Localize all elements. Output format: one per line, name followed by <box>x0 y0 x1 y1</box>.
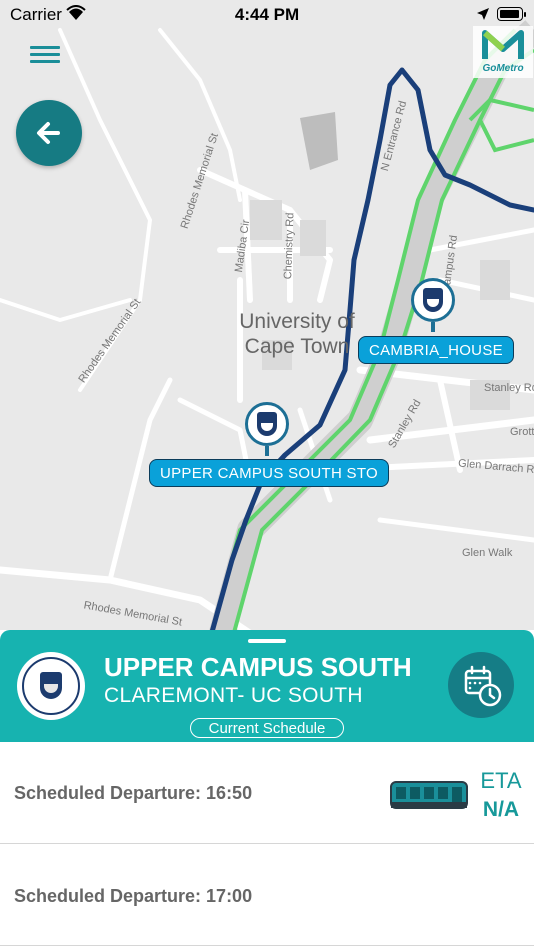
eta-label: ETA <box>480 768 522 793</box>
location-arrow-icon <box>476 6 490 26</box>
eta-block: ETA N/A <box>478 768 524 822</box>
street-label-chemistry: Chemistry Rd <box>282 212 297 280</box>
menu-button[interactable] <box>30 42 60 66</box>
street-label-glen-walk: Glen Walk <box>462 547 513 559</box>
stop-label-upper-campus-south[interactable]: UPPER CAMPUS SOUTH STO <box>149 459 390 487</box>
hamburger-icon <box>30 46 60 63</box>
uct-crest-icon <box>423 288 443 312</box>
stop-title: UPPER CAMPUS SOUTH <box>104 652 412 682</box>
departure-time-label: Scheduled Departure: 16:50 <box>14 783 253 803</box>
arrow-left-icon <box>37 122 60 144</box>
gometro-logo: GoMetro <box>473 26 533 78</box>
logo-text: GoMetro <box>482 63 524 74</box>
street-label-stanley: Stanley Rd <box>484 382 534 394</box>
eta-value: N/A <box>482 798 520 821</box>
gometro-logo-icon <box>482 30 524 59</box>
battery-icon <box>497 7 526 21</box>
map-view[interactable]: Rhodes Memorial St Rhodes Memorial St Rh… <box>0 0 534 630</box>
departure-row[interactable]: Scheduled Departure: 17:00 <box>0 844 534 946</box>
clock: 4:44 PM <box>234 5 300 24</box>
calendar-clock-icon <box>464 665 502 707</box>
bus-icon <box>390 781 468 809</box>
street-label-grotto: Grotto <box>510 426 534 438</box>
uct-crest-icon <box>257 412 277 436</box>
place-label-university: University of Cape Town <box>239 310 355 358</box>
departure-time-label: Scheduled Departure: 17:00 <box>14 886 253 906</box>
stop-marker-cambria-house[interactable] <box>411 278 455 332</box>
departure-row[interactable]: Scheduled Departure: 16:50 ETA N/A <box>0 742 534 844</box>
status-bar: Carrier 4:44 PM <box>0 0 534 30</box>
current-schedule-button[interactable]: Current Schedule <box>190 718 344 738</box>
schedule-calendar-button[interactable] <box>448 652 514 718</box>
uct-seal-icon <box>17 652 85 720</box>
stop-label-cambria-house[interactable]: CAMBRIA_HOUSE <box>358 336 514 364</box>
route-info-panel: UPPER CAMPUS SOUTH CLAREMONT- UC SOUTH C… <box>0 630 534 742</box>
back-button[interactable] <box>16 100 82 166</box>
route-subtitle: CLAREMONT- UC SOUTH <box>104 684 363 707</box>
drag-handle[interactable] <box>248 639 286 643</box>
stop-marker-upper-campus-south[interactable] <box>245 402 289 456</box>
